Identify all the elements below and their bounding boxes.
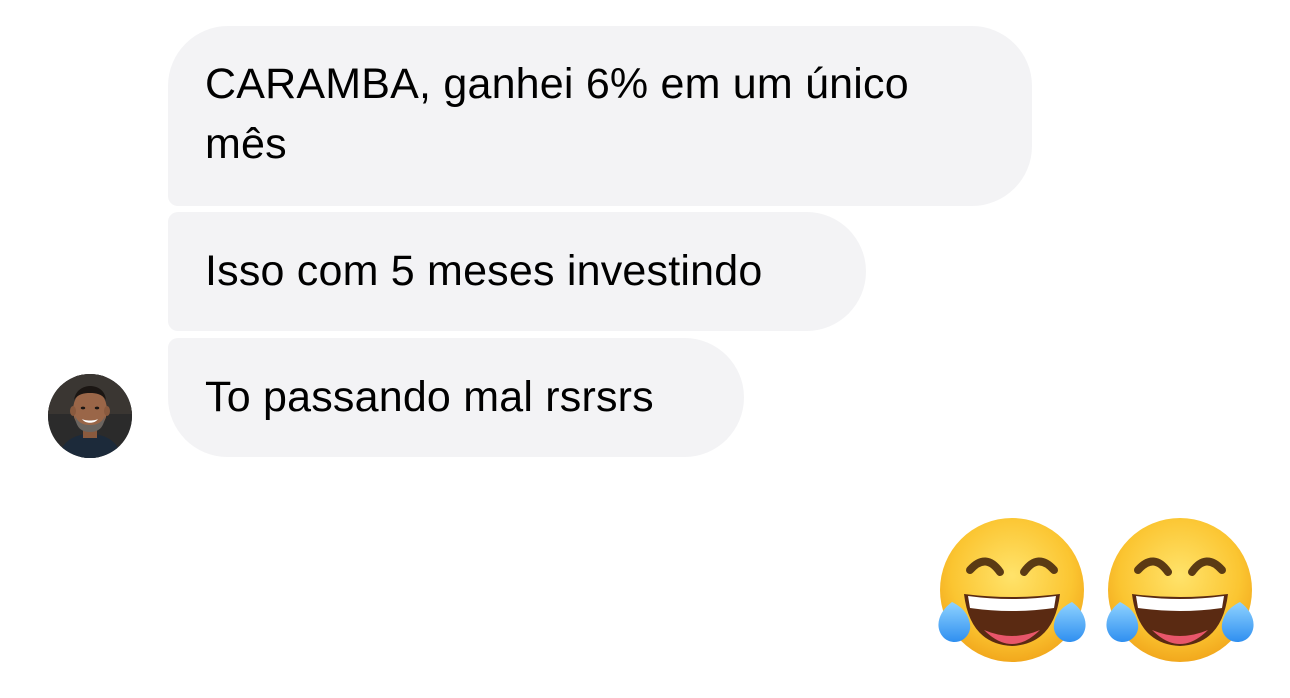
- message-bubble[interactable]: To passando mal rsrsrs: [168, 338, 744, 457]
- face-with-tears-of-joy-icon: [934, 516, 1090, 666]
- message-text: CARAMBA, ganhei 6% em um único mês: [205, 60, 909, 168]
- person-photo-avatar: [48, 374, 132, 458]
- sender-avatar[interactable]: [48, 374, 132, 458]
- message-text: To passando mal rsrsrs: [205, 373, 654, 421]
- message-bubble[interactable]: Isso com 5 meses investindo: [168, 212, 866, 331]
- message-bubble[interactable]: CARAMBA, ganhei 6% em um único mês: [168, 26, 1032, 206]
- emoji-reaction-message[interactable]: [934, 516, 1264, 666]
- face-with-tears-of-joy-icon: [1102, 516, 1258, 666]
- chat-thread: CARAMBA, ganhei 6% em um único mês Isso …: [0, 0, 1290, 698]
- message-text: Isso com 5 meses investindo: [205, 247, 763, 295]
